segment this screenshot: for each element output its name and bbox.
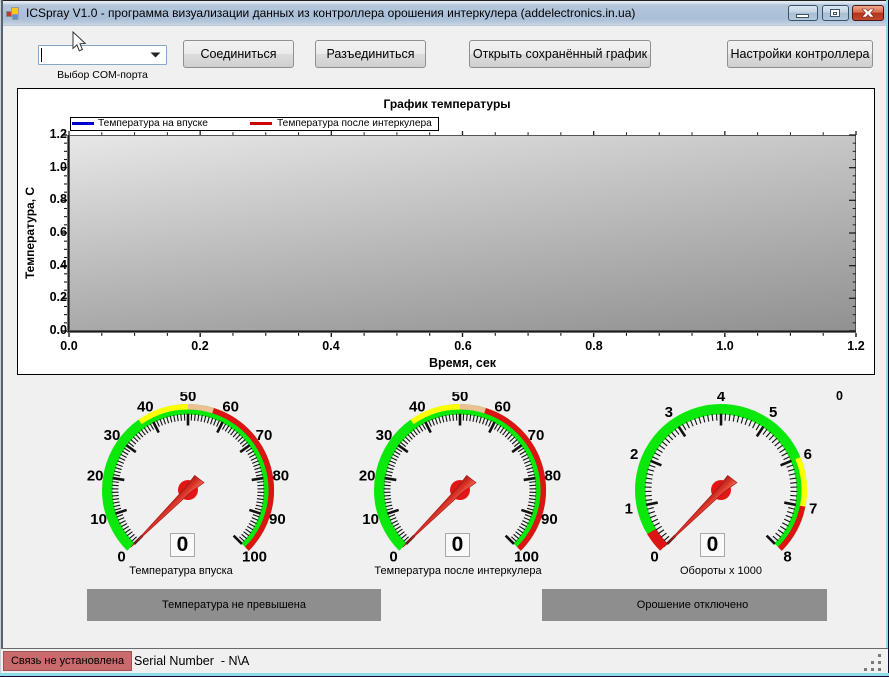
svg-text:8: 8 <box>783 549 791 566</box>
svg-text:40: 40 <box>137 398 154 415</box>
svg-text:80: 80 <box>272 468 289 485</box>
svg-text:40: 40 <box>409 398 426 415</box>
svg-text:50: 50 <box>452 392 469 405</box>
svg-text:1: 1 <box>625 501 633 518</box>
svg-text:6: 6 <box>804 446 812 463</box>
svg-text:20: 20 <box>87 468 104 485</box>
svg-text:90: 90 <box>541 511 558 528</box>
svg-text:90: 90 <box>269 511 286 528</box>
svg-text:7: 7 <box>809 501 817 518</box>
svg-text:70: 70 <box>528 427 545 444</box>
svg-text:10: 10 <box>362 511 379 528</box>
svg-text:50: 50 <box>180 392 197 405</box>
svg-text:10: 10 <box>90 511 107 528</box>
svg-text:0: 0 <box>650 549 658 566</box>
svg-text:100: 100 <box>514 549 539 566</box>
svg-text:20: 20 <box>359 468 376 485</box>
svg-text:60: 60 <box>222 398 239 415</box>
svg-text:30: 30 <box>104 427 121 444</box>
svg-text:0: 0 <box>117 549 125 566</box>
svg-text:3: 3 <box>665 404 673 421</box>
svg-text:2: 2 <box>630 446 638 463</box>
svg-text:30: 30 <box>376 427 393 444</box>
svg-text:4: 4 <box>717 392 726 405</box>
svg-text:70: 70 <box>256 427 273 444</box>
svg-text:60: 60 <box>494 398 511 415</box>
svg-text:5: 5 <box>769 404 777 421</box>
svg-text:100: 100 <box>242 549 267 566</box>
svg-text:80: 80 <box>544 468 561 485</box>
svg-text:0: 0 <box>389 549 397 566</box>
